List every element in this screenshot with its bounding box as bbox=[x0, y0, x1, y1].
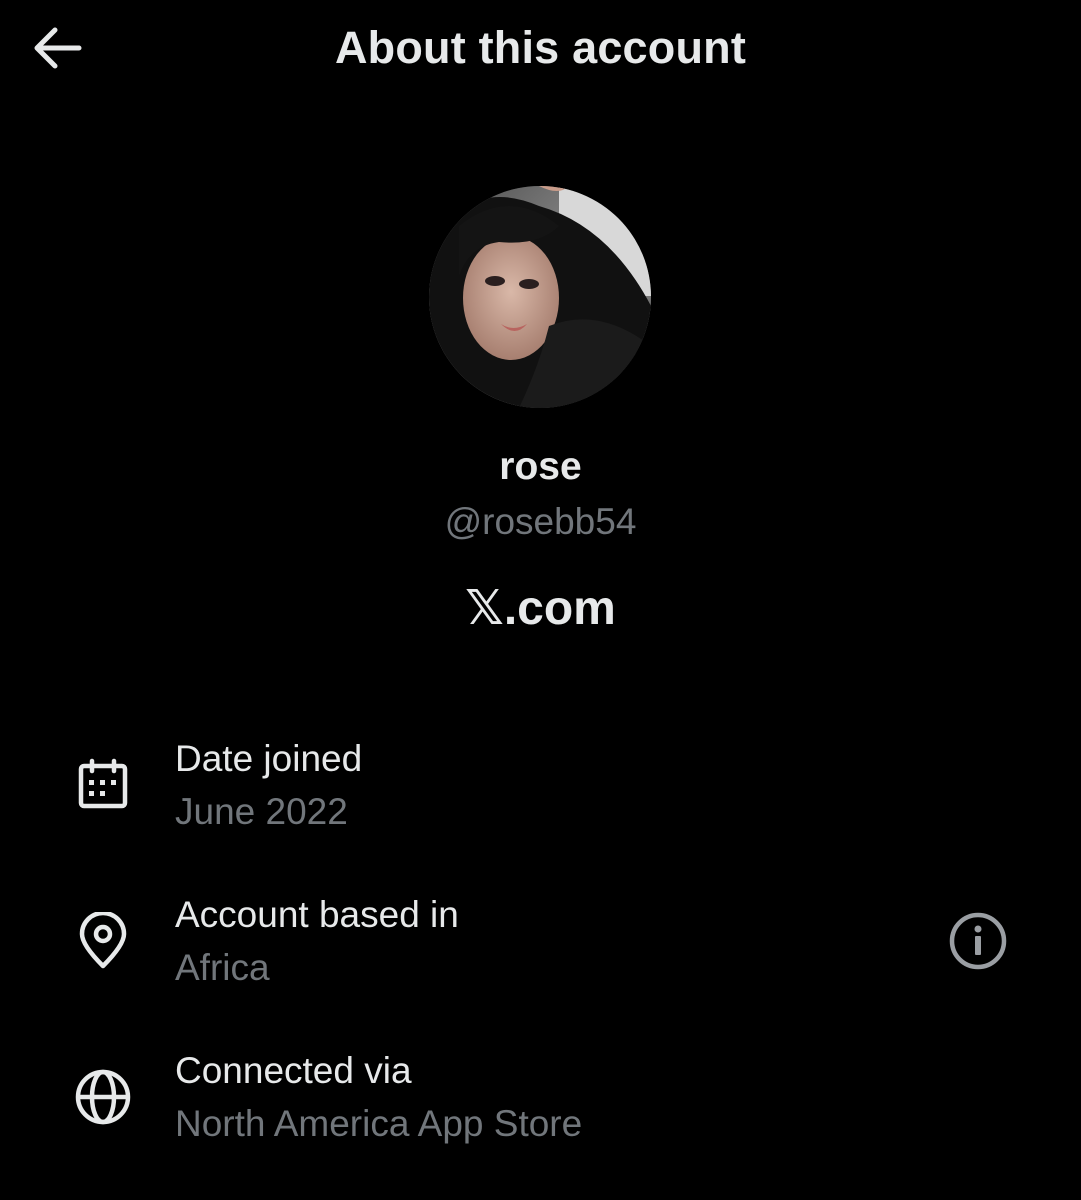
row-label: Date joined bbox=[175, 738, 363, 779]
row-value: June 2022 bbox=[175, 791, 348, 832]
row-value: Africa bbox=[175, 947, 270, 988]
top-bar: About this account bbox=[0, 0, 1081, 100]
avatar[interactable] bbox=[429, 186, 651, 408]
location-pin-icon bbox=[70, 908, 136, 974]
globe-icon bbox=[70, 1064, 136, 1130]
info-button[interactable] bbox=[946, 909, 1010, 973]
display-name: rose bbox=[499, 445, 582, 488]
info-row-date-joined: Date joined June 2022 bbox=[0, 735, 1081, 855]
page-title: About this account bbox=[334, 22, 747, 73]
row-label: Account based in bbox=[175, 894, 459, 935]
user-handle: @rosebb54 bbox=[444, 501, 637, 542]
info-row-connected-via: Connected via North America App Store bbox=[0, 1047, 1081, 1167]
info-icon bbox=[949, 912, 1007, 970]
calendar-icon bbox=[70, 752, 136, 818]
row-value: North America App Store bbox=[175, 1103, 583, 1144]
row-label: Connected via bbox=[175, 1050, 412, 1091]
domain-label: 𝕏.com bbox=[465, 582, 616, 635]
info-row-account-based-in: Account based in Africa bbox=[0, 891, 1081, 1011]
